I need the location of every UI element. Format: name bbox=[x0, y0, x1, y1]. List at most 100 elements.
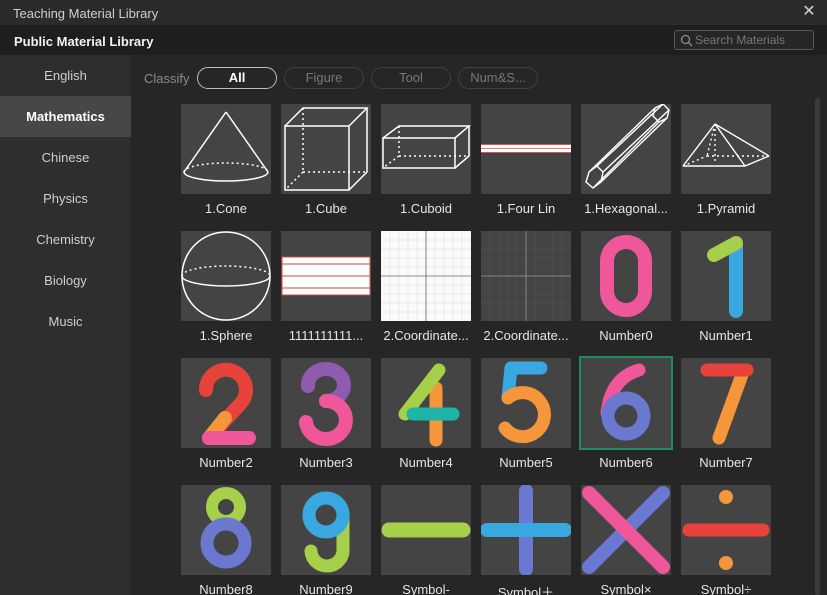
material-label: 2.Coordinate... bbox=[483, 328, 569, 343]
material-card-number9[interactable]: Number9 bbox=[281, 485, 371, 595]
material-label: 1.Sphere bbox=[199, 328, 253, 343]
library-title: Public Material Library bbox=[14, 34, 154, 49]
close-icon[interactable]: ✕ bbox=[799, 3, 819, 23]
material-card-lined-paper[interactable]: 1111111111... bbox=[281, 231, 371, 343]
material-label: Number8 bbox=[199, 582, 253, 595]
divide-symbol-icon bbox=[682, 490, 770, 570]
material-card-cuboid[interactable]: 1.Cuboid bbox=[381, 104, 471, 216]
material-thumbnail bbox=[281, 485, 371, 575]
material-thumbnail bbox=[281, 231, 371, 321]
material-card-symbol-plus[interactable]: Symbol＋ bbox=[481, 485, 571, 595]
sphere-icon bbox=[181, 231, 271, 321]
material-label: 2.Coordinate... bbox=[383, 328, 469, 343]
number-6-icon bbox=[600, 363, 651, 441]
times-symbol-icon bbox=[582, 486, 670, 574]
material-thumbnail bbox=[481, 231, 571, 321]
material-card-symbol-divide[interactable]: Symbol÷ bbox=[681, 485, 771, 595]
lined-paper-icon bbox=[281, 256, 371, 296]
library-header: Public Material Library bbox=[0, 26, 827, 55]
filter-chip-figure[interactable]: Figure bbox=[284, 67, 364, 89]
search-box[interactable] bbox=[674, 30, 814, 50]
material-label: 1.Four Lin bbox=[496, 201, 556, 216]
material-thumbnail bbox=[681, 358, 771, 448]
material-card-symbol-times[interactable]: Symbol× bbox=[581, 485, 671, 595]
material-card-number0[interactable]: Number0 bbox=[581, 231, 671, 343]
minus-symbol-icon bbox=[381, 522, 471, 538]
cube-icon bbox=[284, 107, 369, 191]
material-label: Number2 bbox=[199, 455, 253, 470]
scrollbar[interactable] bbox=[815, 98, 821, 595]
material-label: Symbol÷ bbox=[700, 582, 752, 595]
sidebar-item-mathematics[interactable]: Mathematics bbox=[0, 96, 131, 137]
material-label: Symbol- bbox=[402, 582, 450, 595]
filter-chip-num-symbol[interactable]: Num&S... bbox=[458, 67, 538, 89]
sidebar-item-chemistry[interactable]: Chemistry bbox=[0, 219, 131, 260]
sidebar-item-english[interactable]: English bbox=[0, 55, 131, 96]
material-label: 1.Cone bbox=[205, 201, 247, 216]
material-card-number6[interactable]: Number6 bbox=[579, 356, 673, 470]
material-card-number3[interactable]: Number3 bbox=[281, 358, 371, 470]
material-thumbnail bbox=[581, 104, 671, 194]
number-1-icon bbox=[707, 236, 743, 318]
material-card-number8[interactable]: Number8 bbox=[181, 485, 271, 595]
material-card-hexagonal-prism[interactable]: 1.Hexagonal... bbox=[581, 104, 671, 216]
coordinate-grid-dark-icon bbox=[481, 231, 571, 321]
pyramid-icon bbox=[682, 123, 770, 167]
material-card-number1[interactable]: Number1 bbox=[681, 231, 771, 343]
material-label: 1.Cube bbox=[305, 201, 347, 216]
material-card-pyramid[interactable]: 1.Pyramid bbox=[681, 104, 771, 216]
material-card-number7[interactable]: Number7 bbox=[681, 358, 771, 470]
material-card-cone[interactable]: 1.Cone bbox=[181, 104, 271, 216]
material-label: Number9 bbox=[299, 582, 353, 595]
material-card-coordinate-dark[interactable]: 2.Coordinate... bbox=[481, 231, 571, 343]
number-5-icon bbox=[498, 361, 551, 444]
material-label: Number3 bbox=[299, 455, 353, 470]
material-thumbnail bbox=[181, 231, 271, 321]
material-card-number4[interactable]: Number4 bbox=[381, 358, 471, 470]
material-label: Number1 bbox=[699, 328, 753, 343]
material-thumbnail bbox=[381, 231, 471, 321]
material-thumbnail bbox=[581, 231, 671, 321]
search-icon bbox=[680, 34, 693, 47]
sidebar-item-biology[interactable]: Biology bbox=[0, 260, 131, 301]
number-3-icon bbox=[299, 362, 353, 446]
material-card-symbol-minus[interactable]: Symbol- bbox=[381, 485, 471, 595]
material-card-coordinate-light[interactable]: 2.Coordinate... bbox=[381, 231, 471, 343]
cone-icon bbox=[183, 111, 269, 182]
material-thumbnail bbox=[481, 485, 571, 575]
search-input[interactable] bbox=[695, 32, 810, 48]
material-thumbnail bbox=[481, 358, 571, 448]
sidebar-item-physics[interactable]: Physics bbox=[0, 178, 131, 219]
number-9-icon bbox=[302, 491, 350, 573]
material-card-sphere[interactable]: 1.Sphere bbox=[181, 231, 271, 343]
material-label: Symbol＋ bbox=[497, 585, 555, 595]
sidebar-item-chinese[interactable]: Chinese bbox=[0, 137, 131, 178]
material-card-cube[interactable]: 1.Cube bbox=[281, 104, 371, 216]
number-8-icon bbox=[200, 487, 252, 569]
four-line-icon bbox=[481, 144, 571, 153]
filter-chip-all[interactable]: All bbox=[197, 67, 277, 89]
material-card-number2[interactable]: Number2 bbox=[181, 358, 271, 470]
material-label: Number0 bbox=[599, 328, 653, 343]
material-label: 1.Hexagonal... bbox=[584, 201, 668, 216]
material-thumbnail bbox=[681, 104, 771, 194]
material-thumbnail bbox=[581, 485, 671, 575]
filter-chip-tool[interactable]: Tool bbox=[371, 67, 451, 89]
material-thumbnail bbox=[281, 104, 371, 194]
material-card-four-line[interactable]: 1.Four Lin bbox=[481, 104, 571, 216]
title-bar: Teaching Material Library ✕ bbox=[0, 0, 827, 26]
material-thumbnail bbox=[381, 104, 471, 194]
number-7-icon bbox=[700, 363, 754, 445]
material-thumbnail bbox=[281, 358, 371, 448]
material-label: Number6 bbox=[599, 455, 653, 470]
material-thumbnail bbox=[181, 485, 271, 575]
classify-label: Classify bbox=[144, 71, 190, 86]
material-label: 1.Pyramid bbox=[696, 201, 756, 216]
scrollbar-thumb[interactable] bbox=[815, 98, 820, 595]
cuboid-icon bbox=[382, 125, 471, 169]
material-card-number5[interactable]: Number5 bbox=[481, 358, 571, 470]
material-label: 1.Cuboid bbox=[399, 201, 453, 216]
material-thumbnail bbox=[181, 104, 271, 194]
coordinate-grid-light-icon bbox=[381, 231, 471, 321]
sidebar-item-music[interactable]: Music bbox=[0, 301, 131, 342]
